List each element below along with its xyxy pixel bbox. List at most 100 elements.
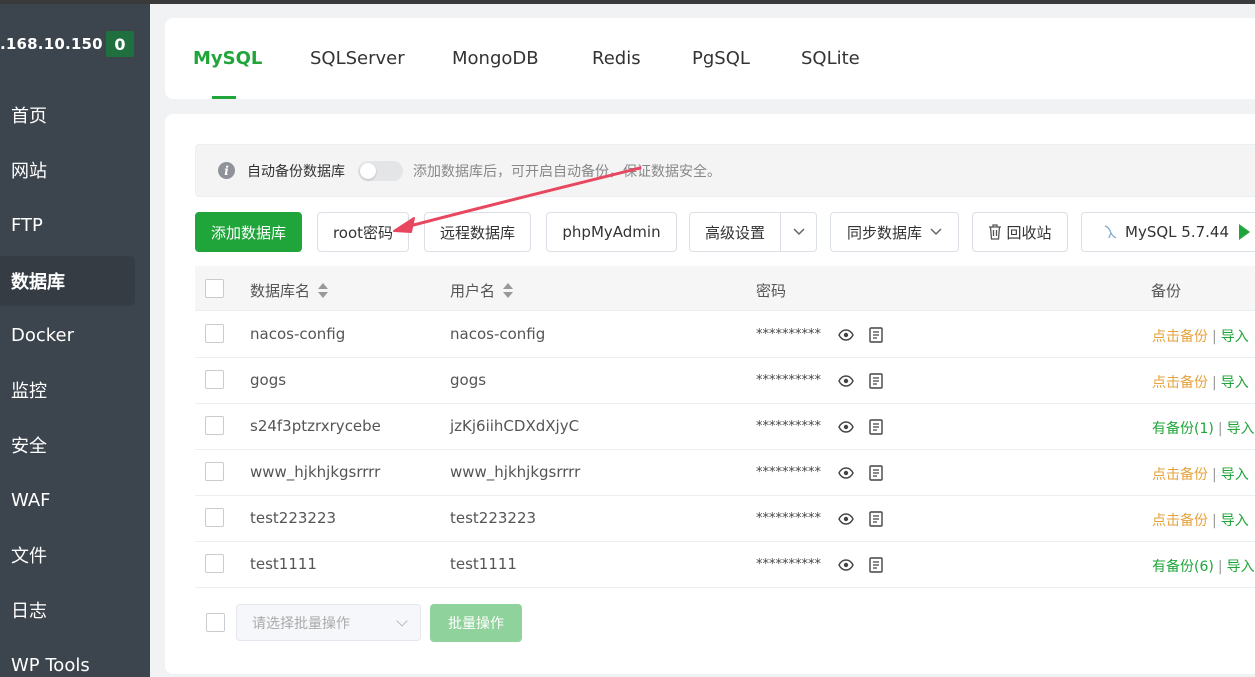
- remote-database-button[interactable]: 远程数据库: [424, 212, 531, 252]
- advanced-settings-label: 高级设置: [705, 223, 766, 242]
- sidebar-item-waf[interactable]: WAF: [0, 475, 135, 525]
- sidebar: .168.10.150 0 首页 网站 FTP 数据库 Docker 监控 安全…: [0, 0, 1255, 677]
- batch-operation-placeholder: 请选择批量操作: [252, 615, 350, 632]
- sidebar-item-wp-tools[interactable]: WP Tools: [0, 640, 135, 677]
- phpmyadmin-button[interactable]: phpMyAdmin: [546, 212, 677, 252]
- copy-icon[interactable]: [868, 510, 884, 528]
- backup-link[interactable]: 点击备份: [1152, 513, 1208, 529]
- select-all-checkbox[interactable]: [205, 279, 224, 298]
- advanced-settings-dropdown[interactable]: 高级设置: [689, 212, 817, 252]
- column-db-name[interactable]: 数据库名: [250, 280, 329, 301]
- sidebar-item-website[interactable]: 网站: [0, 145, 135, 195]
- sidebar-item-label: WAF: [11, 489, 51, 511]
- table-row: gogs gogs ********** 点击备份 | 导入: [195, 358, 1255, 404]
- sidebar-item-files[interactable]: 文件: [0, 530, 135, 580]
- recycle-bin-button[interactable]: 回收站: [972, 212, 1068, 252]
- eye-icon[interactable]: [838, 465, 854, 481]
- password-cell: **********: [756, 465, 821, 480]
- username-cell: jzKj6iihCDXdXjyC: [450, 417, 580, 435]
- backup-cell: 点击备份 | 导入: [1152, 372, 1249, 392]
- db-name-cell: gogs: [250, 371, 287, 389]
- auto-backup-toggle[interactable]: [358, 160, 403, 181]
- sync-database-dropdown[interactable]: 同步数据库: [830, 212, 959, 252]
- sidebar-item-label: 首页: [11, 106, 47, 127]
- batch-operation-button[interactable]: 批量操作: [430, 604, 522, 642]
- row-checkbox[interactable]: [205, 508, 224, 527]
- separator: |: [1217, 559, 1223, 575]
- sidebar-item-label: 监控: [11, 381, 47, 402]
- row-checkbox[interactable]: [205, 462, 224, 481]
- sidebar-item-home[interactable]: 首页: [0, 90, 135, 140]
- batch-select-checkbox[interactable]: [206, 613, 225, 632]
- mysql-version-label: MySQL 5.7.44: [1125, 223, 1229, 241]
- mysql-version-button[interactable]: MySQL 5.7.44: [1081, 212, 1255, 252]
- tab-mysql[interactable]: MySQL: [193, 48, 262, 69]
- import-link[interactable]: 导入: [1221, 513, 1249, 529]
- table-row: s24f3ptzrxrycebe jzKj6iihCDXdXjyC ********…: [195, 404, 1255, 450]
- mysql-dolphin-icon: [1104, 225, 1117, 239]
- copy-icon[interactable]: [868, 464, 884, 482]
- sidebar-item-database[interactable]: 数据库: [0, 256, 135, 306]
- batch-operation-select[interactable]: 请选择批量操作: [236, 604, 421, 641]
- table-row: nacos-config nacos-config ********** 点击备份 | 导…: [195, 312, 1255, 358]
- column-backup: 备份: [1151, 282, 1182, 300]
- import-link[interactable]: 导入: [1221, 375, 1249, 391]
- copy-icon[interactable]: [868, 418, 884, 436]
- backup-link[interactable]: 有备份(1): [1152, 421, 1214, 437]
- add-database-button[interactable]: 添加数据库: [195, 212, 302, 252]
- copy-icon[interactable]: [868, 556, 884, 574]
- info-icon: i: [218, 162, 235, 179]
- sort-icon: [503, 283, 514, 298]
- import-link[interactable]: 导入: [1221, 329, 1249, 345]
- import-link[interactable]: 导入: [1227, 559, 1255, 575]
- import-link[interactable]: 导入: [1221, 467, 1249, 483]
- sidebar-item-monitor[interactable]: 监控: [0, 365, 135, 415]
- db-name-cell: s24f3ptzrxrycebe: [250, 417, 381, 435]
- sidebar-item-ftp[interactable]: FTP: [0, 200, 135, 250]
- row-checkbox[interactable]: [205, 554, 224, 573]
- password-cell: **********: [756, 327, 821, 342]
- separator: |: [1212, 329, 1217, 345]
- password-cell: **********: [756, 419, 821, 434]
- password-cell: **********: [756, 557, 821, 572]
- eye-icon[interactable]: [838, 511, 854, 527]
- backup-cell: 点击备份 | 导入: [1152, 510, 1249, 530]
- separator: |: [1217, 421, 1223, 437]
- row-checkbox[interactable]: [205, 324, 224, 343]
- root-password-button[interactable]: root密码: [317, 212, 409, 252]
- eye-icon[interactable]: [838, 373, 854, 389]
- auto-backup-hint: 添加数据库后，可开启自动备份，保证数据安全。: [413, 163, 721, 180]
- eye-icon[interactable]: [838, 419, 854, 435]
- tab-pgsql[interactable]: PgSQL: [692, 48, 750, 69]
- eye-icon[interactable]: [838, 327, 854, 343]
- play-icon: [1238, 224, 1250, 240]
- copy-icon[interactable]: [868, 326, 884, 344]
- column-username[interactable]: 用户名: [450, 280, 514, 301]
- row-checkbox[interactable]: [205, 370, 224, 389]
- sidebar-item-docker[interactable]: Docker: [0, 310, 135, 360]
- chevron-down-icon: [396, 615, 408, 627]
- tab-mongodb[interactable]: MongoDB: [452, 48, 539, 69]
- recycle-bin-label: 回收站: [1006, 223, 1052, 242]
- db-name-cell: test1111: [250, 555, 317, 573]
- chevron-down-icon[interactable]: [780, 213, 816, 251]
- import-link[interactable]: 导入: [1227, 421, 1255, 437]
- separator: |: [1212, 375, 1217, 391]
- backup-cell: 点击备份 | 导入: [1152, 464, 1249, 484]
- trash-icon: [989, 224, 1002, 240]
- backup-link[interactable]: 有备份(6): [1152, 559, 1214, 575]
- toggle-knob: [360, 162, 376, 179]
- username-cell: test1111: [450, 555, 517, 573]
- notification-badge[interactable]: 0: [106, 31, 134, 57]
- backup-link[interactable]: 点击备份: [1152, 375, 1208, 391]
- eye-icon[interactable]: [838, 557, 854, 573]
- tab-redis[interactable]: Redis: [592, 48, 641, 69]
- sidebar-item-logs[interactable]: 日志: [0, 585, 135, 635]
- tab-sqlserver[interactable]: SQLServer: [310, 48, 405, 69]
- backup-link[interactable]: 点击备份: [1152, 467, 1208, 483]
- sidebar-item-security[interactable]: 安全: [0, 420, 135, 470]
- row-checkbox[interactable]: [205, 416, 224, 435]
- backup-link[interactable]: 点击备份: [1152, 329, 1208, 345]
- tab-sqlite[interactable]: SQLite: [801, 48, 860, 69]
- copy-icon[interactable]: [868, 372, 884, 390]
